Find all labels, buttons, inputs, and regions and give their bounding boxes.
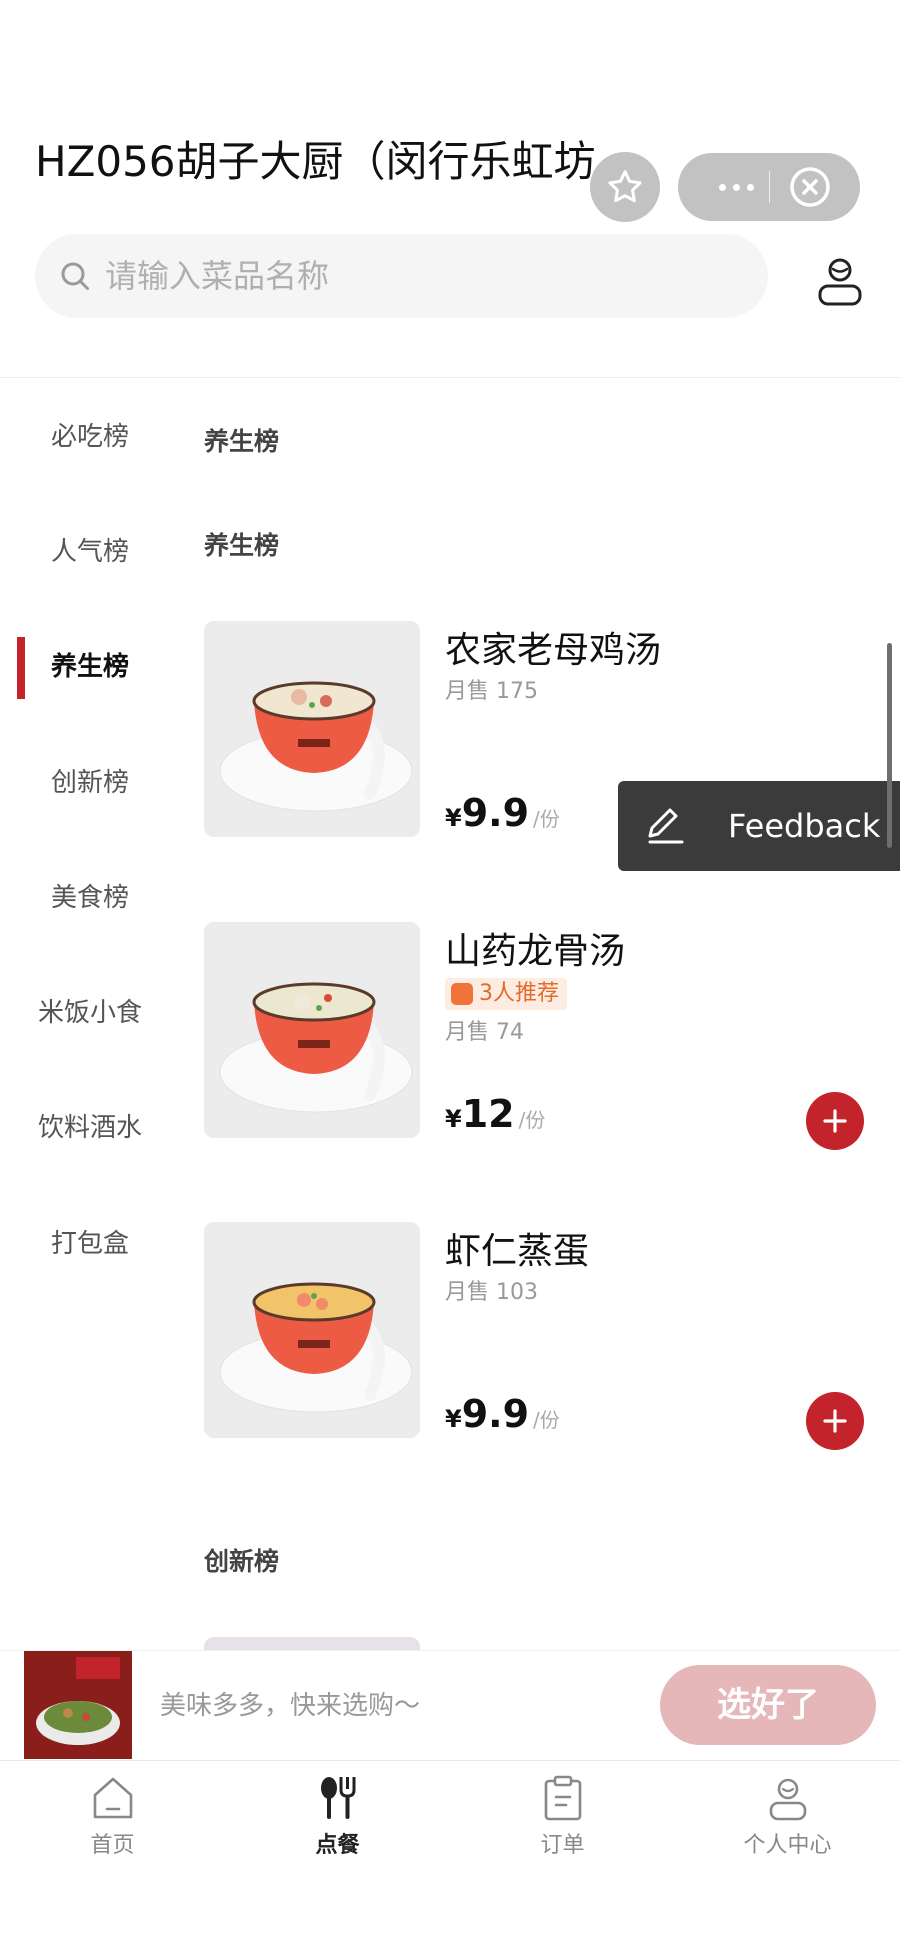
dish-name: 农家老母鸡汤 — [445, 630, 662, 671]
tab-orders[interactable]: 订单 — [450, 1775, 675, 1865]
sidebar-item-dabaohe[interactable]: 打包盒 — [0, 1214, 180, 1274]
dish-card[interactable]: 山药龙骨汤 3人推荐 月售 74 ¥12/份 — [204, 922, 884, 1150]
tab-orders-label: 订单 — [540, 1833, 585, 1858]
dish-sales: 月售 74 — [445, 1020, 524, 1045]
price-unit: /份 — [518, 1108, 546, 1132]
dish-card[interactable]: 虾仁蒸蛋 月售 103 ¥9.9/份 — [204, 1222, 884, 1450]
recommend-icon — [451, 983, 473, 1005]
currency-symbol: ¥ — [445, 1105, 462, 1133]
favorite-button[interactable] — [590, 152, 660, 222]
currency-symbol: ¥ — [445, 804, 462, 832]
sidebar-item-yinliao[interactable]: 饮料酒水 — [0, 1098, 180, 1158]
checkout-button[interactable]: 选好了 — [660, 1665, 876, 1745]
store-title: HZ056胡子大厨（闵行乐虹坊... — [35, 137, 636, 186]
capsule-divider — [769, 171, 770, 203]
search-input[interactable] — [105, 257, 705, 295]
edit-icon — [648, 808, 684, 844]
feedback-button[interactable]: Feedback — [618, 781, 900, 871]
bottom-tab-bar: 首页 点餐 订单 个人中心 — [0, 1760, 900, 1951]
sidebar-item-yangsheng[interactable]: 养生榜 — [0, 637, 180, 697]
sidebar-item-chuangxin[interactable]: 创新榜 — [0, 753, 180, 813]
cart-hint: 美味多多，快来选购～ — [160, 1691, 421, 1721]
price-value: 9.9 — [461, 1392, 530, 1436]
recommend-badge: 3人推荐 — [445, 978, 567, 1010]
dish-price: ¥9.9/份 — [445, 1392, 560, 1436]
dish-price: ¥9.9/份 — [445, 791, 560, 835]
dish-name: 山药龙骨汤 — [445, 931, 626, 972]
close-icon[interactable] — [788, 165, 832, 209]
recommend-badge-text: 3人推荐 — [479, 981, 559, 1006]
plus-icon — [823, 1409, 847, 1433]
tab-profile[interactable]: 个人中心 — [675, 1775, 900, 1865]
next-section-heading: 创新榜 — [204, 1547, 280, 1576]
dish-name: 虾仁蒸蛋 — [445, 1231, 590, 1272]
dish-sales: 月售 103 — [445, 1280, 538, 1305]
header: HZ056胡子大厨（闵行乐虹坊... — [0, 0, 900, 378]
dish-image — [204, 621, 420, 837]
utensils-icon — [320, 1777, 355, 1819]
tab-profile-label: 个人中心 — [743, 1833, 832, 1858]
dish-sales: 月售 175 — [445, 679, 538, 704]
tab-order-food[interactable]: 点餐 — [225, 1775, 450, 1865]
add-to-cart-button[interactable] — [806, 1092, 864, 1150]
subsection-heading: 养生榜 — [204, 531, 280, 560]
add-to-cart-button[interactable] — [806, 1392, 864, 1450]
user-icon — [769, 1778, 806, 1821]
clipboard-icon — [544, 1775, 581, 1821]
star-icon — [608, 170, 642, 203]
plus-icon — [823, 1109, 847, 1133]
dish-image — [204, 1222, 420, 1438]
feedback-label: Feedback — [728, 807, 881, 845]
tab-home[interactable]: 首页 — [0, 1775, 225, 1865]
price-unit: /份 — [533, 807, 560, 831]
sidebar-item-mifan[interactable]: 米饭小食 — [0, 983, 180, 1043]
scrollbar[interactable] — [887, 643, 892, 848]
search-bar[interactable] — [35, 234, 768, 318]
user-profile-icon[interactable] — [812, 252, 868, 308]
sidebar-item-bichi[interactable]: 必吃榜 — [0, 407, 180, 467]
cart-bar: 美味多多，快来选购～ 选好了 — [0, 1650, 900, 1760]
price-value: 12 — [461, 1092, 515, 1136]
sidebar-item-renqi[interactable]: 人气榜 — [0, 522, 180, 582]
sidebar-item-meishi[interactable]: 美食榜 — [0, 868, 180, 928]
more-button[interactable] — [704, 153, 768, 221]
dish-image — [204, 922, 420, 1138]
dish-card-partial — [204, 1637, 420, 1650]
currency-symbol: ¥ — [445, 1405, 462, 1433]
search-icon — [61, 262, 89, 290]
dish-price: ¥12/份 — [445, 1092, 545, 1136]
price-value: 9.9 — [461, 791, 530, 835]
home-icon — [93, 1777, 132, 1819]
tab-order-food-label: 点餐 — [315, 1833, 360, 1858]
mini-program-capsule — [678, 153, 860, 221]
tab-home-label: 首页 — [90, 1833, 135, 1858]
section-heading: 养生榜 — [204, 427, 280, 456]
cart-thumbnail[interactable] — [24, 1651, 132, 1759]
price-unit: /份 — [533, 1408, 560, 1432]
